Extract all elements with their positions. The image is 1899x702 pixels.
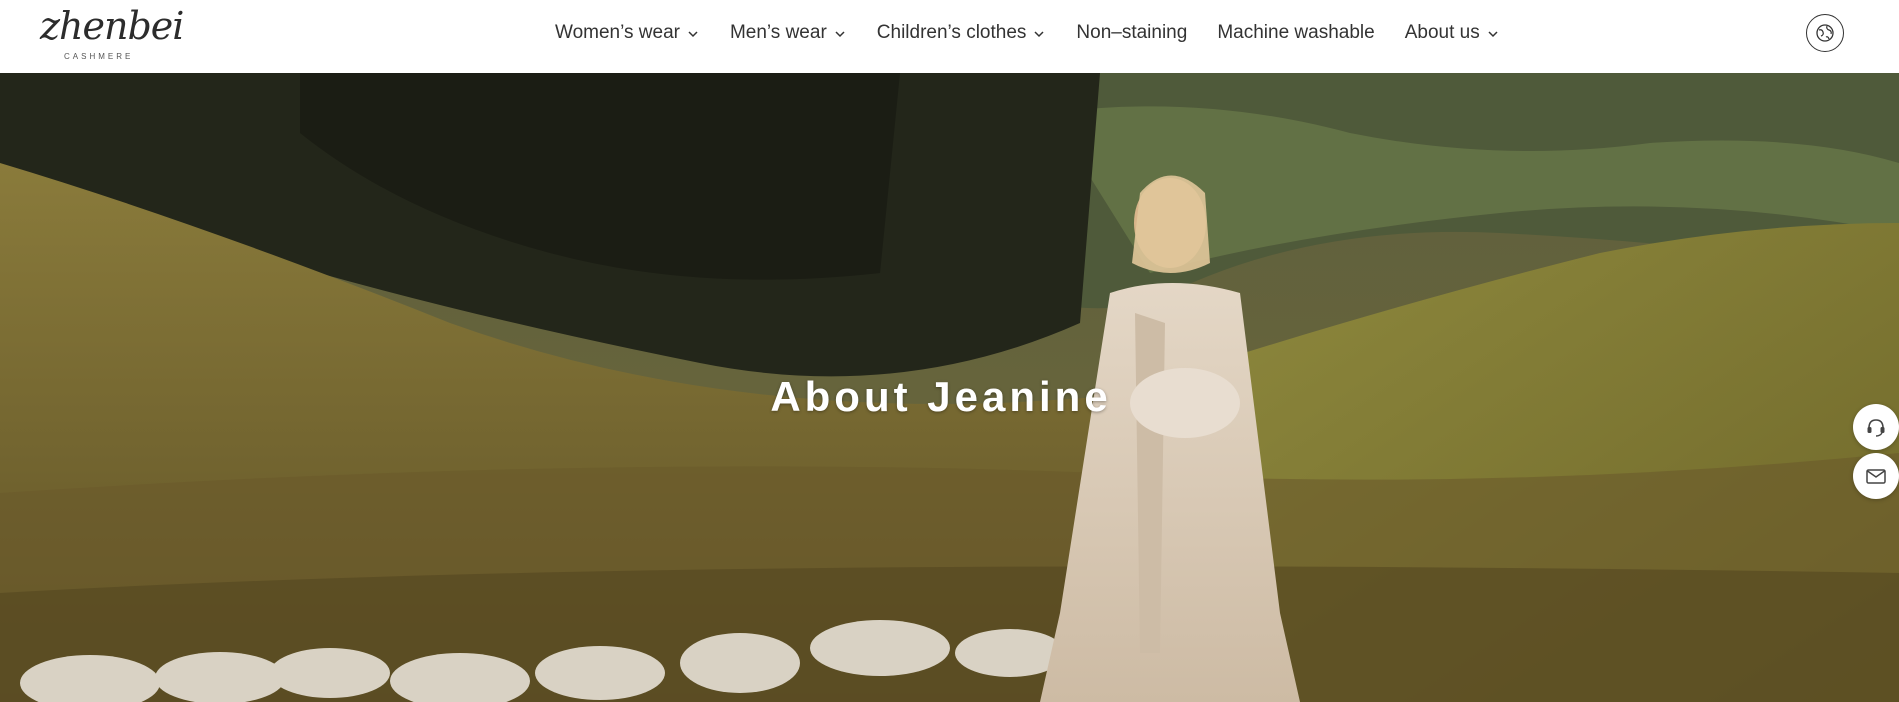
email-button[interactable] (1853, 453, 1899, 499)
main-nav: Women’s wear Men’s wear Children’s cloth… (555, 0, 1500, 66)
logo-subtitle: CASHMERE (64, 52, 134, 61)
nav-item-label: Children’s clothes (876, 22, 1027, 43)
mail-icon (1866, 469, 1886, 484)
globe-icon (1816, 24, 1834, 42)
nav-item-machine-washable[interactable]: Machine washable (1217, 22, 1374, 44)
logo-wordmark: zhenbei (40, 4, 184, 48)
language-button[interactable] (1806, 14, 1844, 52)
nav-item-childrens-clothes[interactable]: Children’s clothes (877, 22, 1047, 44)
nav-item-about-us[interactable]: About us (1405, 22, 1500, 44)
nav-item-label: About us (1404, 22, 1480, 43)
nav-item-label: Men’s wear (729, 22, 827, 43)
chevron-down-icon (1488, 31, 1498, 38)
customer-service-icon (1867, 419, 1885, 437)
customer-service-button[interactable] (1853, 404, 1899, 450)
nav-item-womens-wear[interactable]: Women’s wear (555, 22, 700, 44)
brand-logo[interactable]: zhenbei CASHMERE (40, 4, 184, 64)
chevron-down-icon (1034, 31, 1044, 38)
hero-title: About Jeanine (770, 373, 1112, 420)
nav-item-label: Machine washable (1217, 22, 1375, 43)
chevron-down-icon (835, 31, 845, 38)
nav-item-mens-wear[interactable]: Men’s wear (730, 22, 847, 44)
site-header: zhenbei CASHMERE Women’s wear Men’s wear… (0, 0, 1899, 73)
nav-item-label: Non–staining (1076, 22, 1188, 43)
nav-item-non-staining[interactable]: Non–staining (1076, 22, 1187, 44)
hero-banner: About Jeanine (0, 73, 1899, 702)
nav-item-label: Women’s wear (555, 22, 680, 43)
chevron-down-icon (688, 31, 698, 38)
